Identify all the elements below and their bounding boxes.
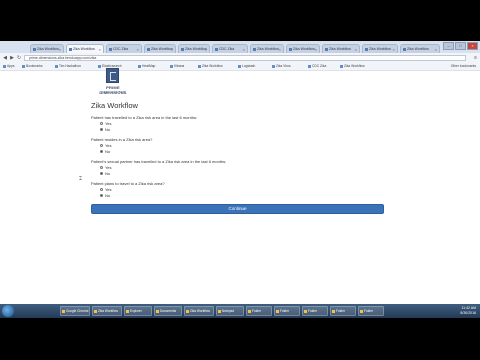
start-button-icon[interactable] [2, 305, 14, 317]
taskbar-item[interactable]: Folder [330, 306, 356, 316]
question-label: Patient resides in a Zika risk area? [91, 137, 153, 142]
tab-strip: Zika Workflow × Zika Workflow × CDC Zika × … [0, 41, 480, 53]
taskbar-item[interactable]: Zika Workflow [184, 306, 214, 316]
url-text: prime-dimensions-zika.herokuapp.com/zika [29, 56, 97, 60]
bookmark-item[interactable]: Bookmarks [22, 64, 43, 69]
browser-tab[interactable]: Zika Workflow × [30, 44, 64, 53]
browser-tab[interactable]: Zika Workflow × [362, 44, 398, 53]
radio-button[interactable] [100, 122, 103, 126]
taskbar-item[interactable]: Explorer [124, 306, 152, 316]
taskbar-item[interactable]: Folder [274, 306, 300, 316]
radio-option-yes[interactable]: Yes [100, 143, 112, 148]
back-icon[interactable]: ◀ [2, 55, 8, 61]
window-controls: – □ × [443, 42, 478, 50]
bookmark-item[interactable]: Zika Workflow [198, 64, 223, 69]
browser-tab[interactable]: Zika Workflow × [322, 44, 360, 53]
radio-button[interactable] [100, 194, 103, 198]
address-bar[interactable]: prime-dimensions-zika.herokuapp.com/zika [24, 55, 466, 61]
radio-option-yes[interactable]: Yes [100, 121, 112, 126]
browser-tab[interactable]: CDC Zika × [212, 44, 248, 53]
radio-button[interactable] [100, 166, 103, 170]
question-label: Patient has travelled to a Zika risk are… [91, 115, 198, 120]
radio-button[interactable] [100, 128, 103, 132]
minimize-icon[interactable]: – [443, 42, 454, 50]
close-icon[interactable]: × [467, 42, 478, 50]
bookmark-item[interactable]: Zika Virus [272, 64, 291, 69]
bookmark-item[interactable]: Logstash [238, 64, 255, 69]
maximize-icon[interactable]: □ [455, 42, 466, 50]
prime-dimensions-logo: PRIME DIMENSIONS DATA & ANALYTICS [93, 68, 133, 101]
logo-mark-icon [106, 68, 119, 83]
bookmark-item[interactable]: HeatMap [138, 64, 155, 69]
radio-option-yes[interactable]: Yes [100, 187, 112, 192]
bookmark-item[interactable]: Apps [3, 64, 15, 69]
bookmark-item[interactable]: Zika Workflow [340, 64, 365, 69]
browser-tab[interactable]: Zika Workflow × [144, 44, 176, 53]
page-content: PRIME DIMENSIONS DATA & ANALYTICS Zika W… [0, 68, 480, 318]
screen: Zika Workflow × Zika Workflow × CDC Zika × … [0, 41, 480, 318]
taskbar-item[interactable]: Folder [246, 306, 272, 316]
menu-icon[interactable]: ≡ [474, 55, 477, 61]
browser-tab-active[interactable]: Zika Workflow × [66, 44, 104, 53]
radio-option-yes[interactable]: Yes [100, 165, 112, 170]
taskbar: Google Chrome Zika Workflow Explorer Doc… [0, 304, 480, 318]
radio-option-no[interactable]: No [100, 193, 110, 198]
question-label: Patient plans to travel to a Zika risk a… [91, 181, 165, 186]
bookmark-item[interactable]: CDC Zika [308, 64, 326, 69]
radio-option-no[interactable]: No [100, 171, 110, 176]
bookmarks-bar: Apps Bookmarks Tim Hackathon Elasticsear… [0, 63, 480, 71]
taskbar-item[interactable]: Folder [302, 306, 328, 316]
browser-tab[interactable]: Zika Workflow × [250, 44, 284, 53]
browser-tab[interactable]: CDC Zika × [106, 44, 142, 53]
other-bookmarks[interactable]: Other bookmarks [451, 64, 476, 69]
taskbar-item[interactable]: Zika Workflow [92, 306, 122, 316]
logo-tagline: DATA & ANALYTICS [101, 91, 125, 94]
taskbar-item[interactable]: Documents [154, 306, 182, 316]
continue-button[interactable]: Continue [91, 204, 384, 214]
bookmark-item[interactable]: Tim Hackathon [55, 64, 81, 69]
question-label: Patient's sexual partner has travelled t… [91, 159, 227, 164]
radio-button[interactable] [100, 172, 103, 176]
clock-time: 11:42 AM [461, 306, 476, 310]
clock-date: 8/30/2016 [460, 310, 476, 315]
taskbar-item[interactable]: Folder [358, 306, 384, 316]
browser-tab[interactable]: Zika Workflow × [178, 44, 210, 53]
browser-tab[interactable]: Zika Workflow × [286, 44, 320, 53]
mouse-cursor-icon: ⌶ [79, 176, 83, 182]
reload-icon[interactable]: ↻ [16, 55, 22, 61]
bookmark-item[interactable]: Kibana [170, 64, 184, 69]
browser-tab[interactable]: Zika Workflow × [400, 44, 440, 53]
page-title: Zika Workflow [91, 101, 138, 110]
taskbar-item[interactable]: Notepad [216, 306, 244, 316]
forward-icon[interactable]: ▶ [9, 55, 15, 61]
system-clock[interactable]: 11:42 AM 8/30/2016 [460, 306, 476, 315]
taskbar-item[interactable]: Google Chrome [60, 306, 90, 316]
radio-option-no[interactable]: No [100, 149, 110, 154]
radio-option-no[interactable]: No [100, 127, 110, 132]
radio-button[interactable] [100, 188, 103, 192]
radio-button[interactable] [100, 150, 103, 154]
radio-button[interactable] [100, 144, 103, 148]
